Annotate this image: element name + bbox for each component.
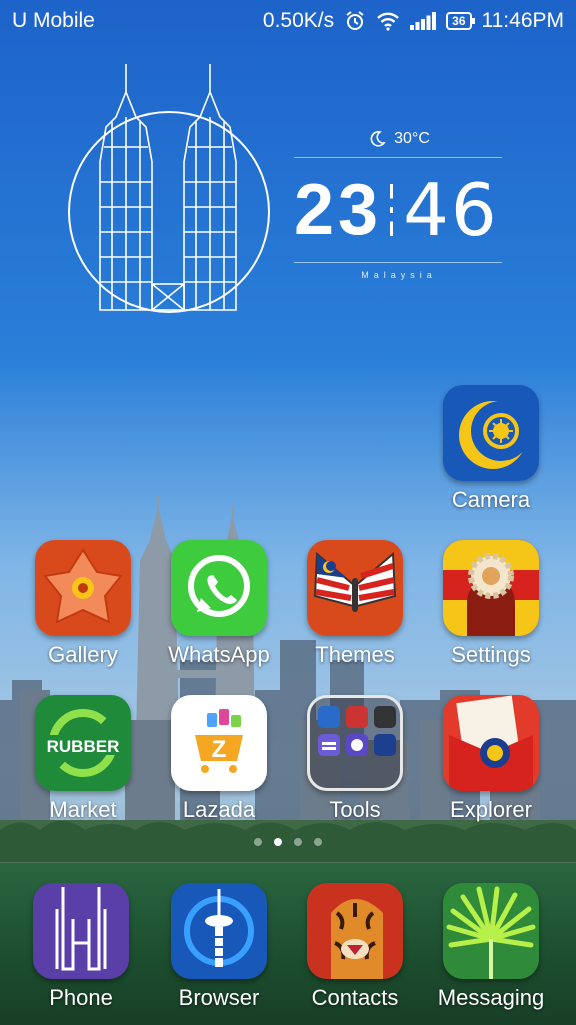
messaging-palm-leaf-icon — [443, 883, 539, 979]
settings-gear-icon — [443, 540, 539, 636]
phone-towers-icon — [33, 883, 129, 979]
lazada-icon: Z — [171, 695, 267, 791]
app-explorer-label: Explorer — [450, 797, 532, 822]
app-market-label: Market — [49, 797, 117, 822]
hibiscus-gallery-icon — [35, 540, 131, 636]
dock-phone-label: Phone — [49, 985, 113, 1010]
weather-readout[interactable]: 30°C — [294, 130, 504, 148]
app-settings[interactable]: Settings — [423, 540, 559, 668]
dock-browser-label: Browser — [178, 985, 260, 1010]
temperature: 30°C — [394, 130, 430, 147]
app-tools-label: Tools — [329, 797, 381, 822]
app-gallery-label: Gallery — [48, 642, 118, 667]
clock-divider-top — [294, 157, 502, 158]
app-themes[interactable]: Themes — [287, 540, 423, 668]
app-settings-label: Settings — [451, 642, 531, 667]
app-lazada[interactable]: Z Lazada — [151, 695, 287, 823]
network-speed: 0.50K/s — [262, 9, 335, 32]
clock-widget[interactable]: 23 46 — [294, 170, 530, 250]
app-lazada-label: Lazada — [182, 797, 256, 822]
clock-location: Malaysia — [361, 270, 437, 280]
clock-minutes: 46 — [403, 168, 499, 252]
page-dot-3[interactable] — [294, 838, 302, 846]
page-dot-2[interactable] — [274, 838, 282, 846]
clock-divider-bottom — [294, 262, 502, 263]
page-indicator[interactable] — [0, 838, 576, 846]
wifi-icon — [376, 11, 400, 31]
app-whatsapp[interactable]: WhatsApp — [151, 540, 287, 668]
butterfly-themes-icon — [307, 540, 403, 636]
status-icons: 0.50K/s 36 11:46PM — [263, 9, 564, 33]
dock-phone[interactable]: Phone — [13, 883, 149, 1011]
camera-icon — [443, 385, 539, 481]
status-bar: U Mobile 0.50K/s 36 11:46PM — [0, 0, 576, 42]
clock-separator — [390, 184, 394, 236]
app-camera-label: Camera — [451, 487, 531, 512]
dock-browser[interactable]: Browser — [151, 883, 287, 1011]
market-badge-text: RUBBER — [47, 737, 120, 756]
alarm-icon — [344, 10, 366, 32]
svg-text:Z: Z — [212, 736, 227, 763]
page-dot-1[interactable] — [254, 838, 262, 846]
browser-kl-tower-icon — [171, 883, 267, 979]
dock-messaging[interactable]: Messaging — [423, 883, 559, 1011]
clock-hours: 23 — [294, 170, 383, 250]
page-dot-4[interactable] — [314, 838, 322, 846]
dock-messaging-label: Messaging — [437, 985, 545, 1010]
app-explorer[interactable]: Explorer — [423, 695, 559, 823]
app-whatsapp-label: WhatsApp — [168, 642, 270, 667]
dock-contacts[interactable]: Contacts — [287, 883, 423, 1011]
signal-icon — [410, 12, 437, 30]
carrier-name: U Mobile — [12, 9, 95, 32]
dock-contacts-label: Contacts — [311, 985, 399, 1010]
app-gallery[interactable]: Gallery — [15, 540, 151, 668]
app-market[interactable]: RUBBER Market — [15, 695, 151, 823]
moon-icon — [370, 131, 386, 147]
explorer-folder-icon — [443, 695, 539, 791]
whatsapp-icon — [171, 540, 267, 636]
app-camera[interactable]: Camera — [423, 385, 559, 513]
tools-folder-icon — [307, 695, 403, 791]
app-tools-folder[interactable]: Tools — [287, 695, 423, 823]
status-time: 11:46PM — [481, 9, 565, 32]
app-themes-label: Themes — [315, 642, 395, 667]
battery-icon: 36 — [446, 12, 475, 30]
rubber-market-icon: RUBBER — [35, 695, 131, 791]
twin-towers-widget[interactable] — [64, 62, 274, 317]
contacts-tiger-icon — [307, 883, 403, 979]
